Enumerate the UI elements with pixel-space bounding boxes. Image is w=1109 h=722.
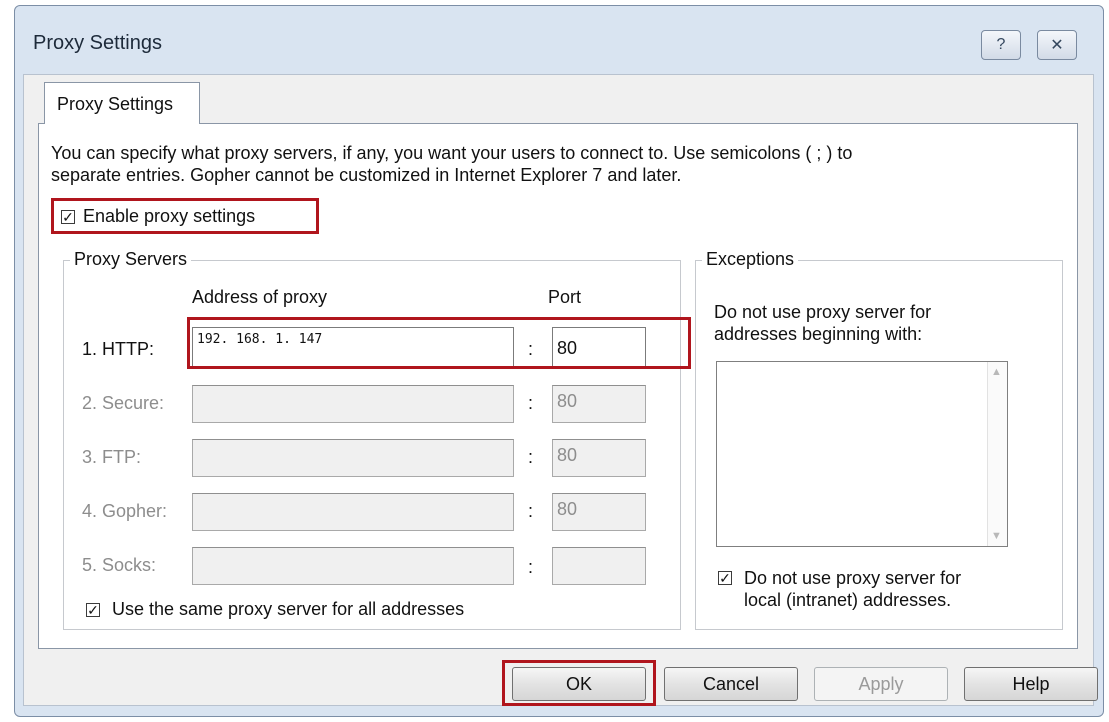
highlight-http-row — [187, 317, 691, 369]
description-line-2: separate entries. Gopher cannot be custo… — [51, 165, 682, 185]
socks-port-input[interactable] — [552, 547, 646, 585]
scroll-down-icon[interactable]: ▼ — [991, 530, 1002, 542]
dialog-client-area: Proxy Settings You can specify what prox… — [23, 74, 1098, 706]
help-button[interactable]: Help — [964, 667, 1098, 701]
secure-colon: : — [528, 393, 534, 413]
scroll-up-icon[interactable]: ▲ — [991, 366, 1002, 378]
tab-panel: You can specify what proxy servers, if a… — [38, 123, 1078, 649]
local-bypass-line-1: Do not use proxy server for — [744, 568, 962, 588]
gopher-label: 4. Gopher: — [82, 501, 168, 521]
gopher-port-value: 80 — [557, 499, 578, 519]
secure-port-input[interactable]: 80 — [552, 385, 646, 423]
local-bypass-line-2: local (intranet) addresses. — [744, 590, 952, 610]
secure-address-input[interactable] — [192, 385, 514, 423]
cancel-button[interactable]: Cancel — [664, 667, 798, 701]
exceptions-group: Exceptions Do not use proxy server for a… — [695, 249, 1063, 630]
ftp-address-input[interactable] — [192, 439, 514, 477]
local-bypass-checkbox[interactable]: ✓ — [718, 571, 732, 585]
window-title: Proxy Settings — [33, 32, 162, 54]
gopher-address-input[interactable] — [192, 493, 514, 531]
proxy-settings-dialog: Proxy Settings ? ✕ Proxy Settings You ca… — [14, 5, 1104, 717]
close-icon[interactable]: ✕ — [1037, 30, 1077, 60]
socks-label: 5. Socks: — [82, 555, 157, 575]
highlight-enable-proxy — [51, 198, 319, 234]
tab-label: Proxy Settings — [57, 94, 174, 114]
tab-proxy-settings[interactable]: Proxy Settings — [44, 82, 200, 124]
exceptions-desc-line-2: addresses beginning with: — [714, 324, 923, 344]
description-line-1: You can specify what proxy servers, if a… — [51, 143, 853, 163]
socks-address-input[interactable] — [192, 547, 514, 585]
same-proxy-checkbox[interactable]: ✓ — [86, 603, 100, 617]
ftp-colon: : — [528, 447, 534, 467]
ftp-port-value: 80 — [557, 445, 578, 465]
title-bar: Proxy Settings ? ✕ — [15, 6, 1103, 74]
ftp-label: 3. FTP: — [82, 447, 142, 467]
ftp-port-input[interactable]: 80 — [552, 439, 646, 477]
gopher-colon: : — [528, 501, 534, 521]
secure-port-value: 80 — [557, 391, 578, 411]
socks-colon: : — [528, 557, 534, 577]
http-label: 1. HTTP: — [82, 339, 155, 359]
same-proxy-label: Use the same proxy server for all addres… — [112, 599, 465, 619]
apply-button[interactable]: Apply — [814, 667, 948, 701]
description-text: You can specify what proxy servers, if a… — [51, 142, 1011, 186]
port-column-header: Port — [548, 287, 582, 307]
exceptions-description: Do not use proxy server for addresses be… — [714, 301, 931, 345]
highlight-ok-button — [502, 660, 656, 706]
exceptions-scrollbar[interactable]: ▲ ▼ — [987, 362, 1007, 546]
proxy-servers-group-title: Proxy Servers — [70, 249, 192, 270]
exceptions-desc-line-1: Do not use proxy server for — [714, 302, 932, 322]
proxy-servers-group: Proxy Servers Address of proxy Port 1. H… — [63, 249, 681, 630]
help-icon[interactable]: ? — [981, 30, 1021, 60]
local-bypass-label: Do not use proxy server for local (intra… — [744, 567, 961, 611]
address-column-header: Address of proxy — [192, 287, 328, 307]
secure-label: 2. Secure: — [82, 393, 165, 413]
gopher-port-input[interactable]: 80 — [552, 493, 646, 531]
exceptions-textarea[interactable]: ▲ ▼ — [716, 361, 1008, 547]
exceptions-group-title: Exceptions — [702, 249, 799, 270]
